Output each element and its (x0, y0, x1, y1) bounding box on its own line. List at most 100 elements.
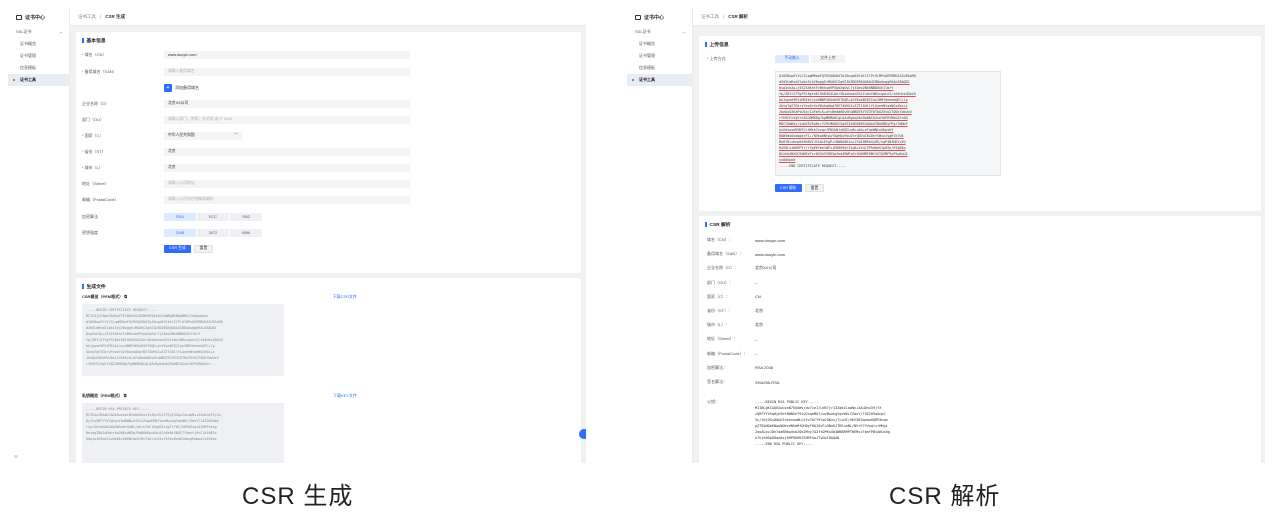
sidebar-item-manage[interactable]: 证书管理 (8, 50, 69, 62)
postal-input[interactable]: 请输入公司所在地邮政编码 (164, 195, 410, 204)
code-line: rYh9CFcVgVrhIDJDMKDg7kgM6MA8CgLQAcBgkqhk… (86, 362, 217, 366)
form-row-algo: 加密算法 RSA ECC SM2 (82, 212, 571, 221)
cn-input[interactable]: www.douyin.com (164, 50, 410, 59)
sidebar-item-label: 证书工具 (639, 77, 655, 82)
city-input[interactable]: 北京 (164, 163, 410, 172)
section-title: 基本信息 (82, 37, 106, 44)
keylen-label: 密钥强度 (82, 229, 98, 235)
app-logo[interactable]: 证书中心 (8, 8, 69, 26)
keylen-option-2048[interactable]: 2048 (164, 228, 196, 237)
result-value: -- (755, 280, 758, 286)
form-row-keylen: 密钥强度 2048 3072 4096 (82, 228, 571, 237)
form-row-san: *备用域名（SAN） 请输入备用域名 (82, 67, 571, 76)
csr-output-text[interactable]: -----BEGIN CERTIFICATE REQUEST----- MIIC0… (82, 304, 284, 376)
country-select[interactable]: 中华人民共和国 ﹀ (164, 131, 242, 140)
sidebar-item-tools[interactable]: 证书工具 (8, 74, 69, 86)
sidebar: 证书中心 SSL证书 ︿ 证书概览 证书管理 信息模板 证书工具 (627, 8, 693, 463)
field-label: *省份（ST） (82, 149, 164, 155)
state-input[interactable]: 北京 (164, 147, 410, 156)
key-output-label: 私钥概览（PEM格式） ⧉ (82, 393, 127, 399)
sidebar-group-ssl[interactable]: SSL证书 ︿ (8, 26, 69, 38)
add-san-button[interactable]: + 添加备用域名 (164, 83, 199, 92)
required-marker: * (82, 132, 84, 138)
method-label: 上传方式 (709, 55, 726, 61)
result-label: 地址（Street）： (707, 336, 738, 342)
form-row-method: *上传方式 手动输入 文件上传 (707, 54, 1251, 63)
result-row: 省份（ST）： 北京 (707, 307, 763, 315)
sidebar-group-ssl[interactable]: SSL证书 ︿ (627, 26, 692, 38)
field-label: *上传方式 (707, 56, 775, 62)
org-input[interactable]: 北京XX公司 (164, 99, 410, 108)
result-label: 部门（OU）： (707, 279, 733, 285)
tab-manual-input[interactable]: 手动输入 (775, 54, 809, 63)
form-row-add-san: + 添加备用域名 (82, 83, 571, 92)
sidebar-group-label: SSL证书 (16, 29, 32, 34)
street-input[interactable]: 请输入公司地址 (164, 179, 410, 188)
sidebar-item-label: 证书管理 (20, 53, 36, 58)
code-line: -----END RSA PUBLIC KEY----- (755, 442, 815, 446)
upload-method-tabs: 手动输入 文件上传 (775, 54, 845, 63)
algo-option-sm2[interactable]: SM2 (230, 212, 262, 221)
required-marker: * (82, 68, 84, 74)
key-output-text[interactable]: -----BEGIN RSA PRIVATE KEY----- MIIEowIBA… (82, 403, 284, 463)
keylen-option-4096[interactable]: 4096 (230, 228, 262, 237)
reset-button[interactable]: 重置 (804, 184, 825, 192)
field-label: 部门（OU） (82, 117, 164, 123)
sidebar-item-overview[interactable]: 证书概览 (627, 38, 692, 50)
breadcrumb-current: CSR 生成 (105, 13, 126, 19)
sidebar-item-template[interactable]: 信息模板 (627, 62, 692, 74)
algo-option-ecc[interactable]: ECC (197, 212, 229, 221)
form-row-actions: CSR 生成 重置 (82, 244, 571, 253)
result-value: SHA256-RSA (755, 379, 780, 385)
download-key-link[interactable]: 下载KEY文件 (333, 393, 357, 399)
sidebar: 证书中心 SSL证书 ︿ 证书概览 证书管理 信息模板 证书工具 ☰ (8, 8, 70, 463)
field-label: 密钥强度 (82, 230, 164, 236)
csr-generate-screen: 证书中心 SSL证书 ︿ 证书概览 证书管理 信息模板 证书工具 ☰ 证书工具 /… (8, 8, 586, 463)
parse-result-card: CSR 解析 域名（CN）： www.douyin.com 备用域名（SAN）： ww… (699, 216, 1261, 463)
app-logo[interactable]: 证书中心 (627, 8, 692, 26)
country-label: 国家（C） (84, 132, 104, 138)
plus-icon: + (164, 83, 172, 92)
algo-segmented: RSA ECC SM2 (164, 212, 263, 221)
collapse-sidebar-icon[interactable]: ☰ (14, 454, 18, 459)
sidebar-item-manage[interactable]: 证书管理 (627, 50, 692, 62)
algo-label: 加密算法 (82, 213, 98, 219)
key-output-header: 私钥概览（PEM格式） ⧉ 下载KEY文件 (82, 392, 575, 399)
csr-label-text: CSR概览（PEM格式） (82, 293, 124, 299)
csr-parse-button[interactable]: CSR 解析 (775, 184, 802, 192)
app-title: 证书中心 (25, 14, 46, 21)
csr-textarea[interactable]: A1UEBwwGYiVlJLqqMRowFQYDVQQKDA7bJ8uqaE0l… (775, 71, 1001, 176)
copy-icon[interactable]: ⧉ (124, 393, 127, 398)
chevron-up-icon: ︿ (682, 29, 686, 34)
pubkey-label: 公钥： (707, 399, 719, 404)
breadcrumb-current: CSR 解析 (728, 13, 749, 19)
form-row-ou: 部门（OU） 请输入部门，例如：技术部 或 IT Dept (82, 115, 571, 124)
result-value: www.douyin.com (755, 237, 786, 243)
sidebar-item-tools[interactable]: 证书工具 (627, 74, 692, 86)
san-input[interactable]: 请输入备用域名 (164, 67, 410, 76)
key-label-text: 私钥概览（PEM格式） (82, 392, 123, 398)
sidebar-item-template[interactable]: 信息模板 (8, 62, 69, 74)
result-row: 国家（C）： CN (707, 293, 761, 301)
field-label: 企业名称（O） (82, 101, 164, 107)
download-csr-link[interactable]: 下载CSR文件 (333, 294, 357, 300)
breadcrumb-separator: / (723, 14, 725, 19)
floating-action-button[interactable] (579, 429, 586, 439)
reset-button[interactable]: 重置 (193, 244, 214, 253)
algo-option-rsa[interactable]: RSA (164, 212, 196, 221)
sidebar-item-overview[interactable]: 证书概览 (8, 38, 69, 50)
keylen-option-3072[interactable]: 3072 (197, 228, 229, 237)
result-value: -- (755, 351, 758, 357)
basic-info-card: 基本信息 *域名（CN） www.douyin.com *备用域名（SAN） 请… (76, 32, 581, 273)
tab-file-upload[interactable]: 文件上传 (811, 54, 845, 63)
copy-icon[interactable]: ⧉ (124, 294, 127, 299)
breadcrumb-parent[interactable]: 证书工具 (78, 14, 96, 20)
ou-input[interactable]: 请输入部门，例如：技术部 或 IT Dept (164, 115, 410, 124)
chevron-up-icon: ︿ (59, 29, 63, 34)
add-san-label: 添加备用域名 (175, 84, 199, 90)
app-title: 证书中心 (644, 14, 665, 21)
breadcrumb-parent[interactable]: 证书工具 (701, 14, 719, 20)
result-row: 企业名称（O）： 北京XX公司 (707, 264, 776, 272)
csr-generate-button[interactable]: CSR 生成 (164, 244, 191, 253)
upload-card: 上传信息 *上传方式 手动输入 文件上传 A1UEBwwGYiVlJLqqMRo… (699, 36, 1261, 211)
